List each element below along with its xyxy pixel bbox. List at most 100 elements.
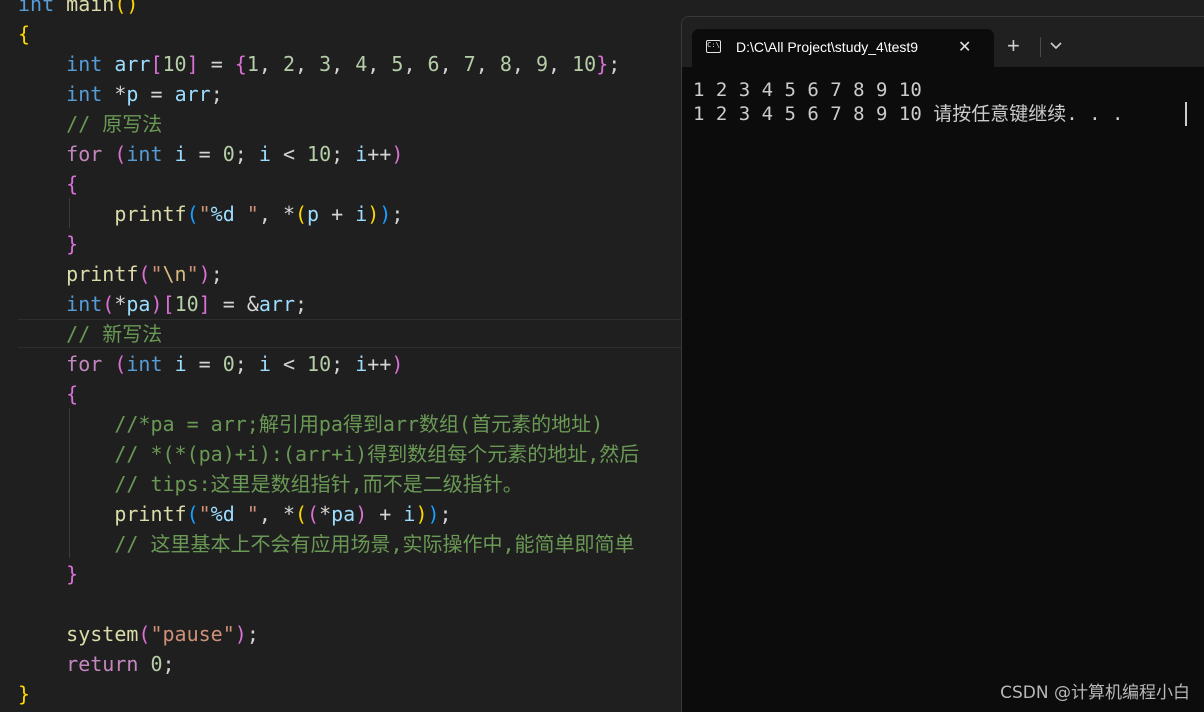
code-token: ; xyxy=(331,352,356,376)
code-token: * xyxy=(102,82,127,106)
close-tab-icon[interactable]: ✕ xyxy=(958,37,971,57)
code-token: 10 xyxy=(162,52,187,76)
code-token: 9 xyxy=(535,52,548,76)
code-token: 7 xyxy=(463,52,476,76)
code-token: int xyxy=(18,0,55,16)
code-token: { xyxy=(18,22,31,46)
code-token: // 原写法 xyxy=(66,112,163,136)
code-token: // 这里基本上不会有应用场景,实际操作中,能简单即简单 xyxy=(114,532,635,556)
code-token: ( xyxy=(138,622,151,646)
code-token: * xyxy=(114,292,127,316)
code-token: } xyxy=(66,232,79,256)
code-token: p xyxy=(307,202,320,226)
code-token: system xyxy=(66,622,139,646)
code-token: " xyxy=(234,202,259,226)
terminal-tab[interactable]: C:\ D:\C\All Project\study_4\test9 ✕ xyxy=(692,29,994,67)
code-token: 8 xyxy=(499,52,512,76)
code-token: 6 xyxy=(427,52,440,76)
code-token: for xyxy=(66,142,103,166)
code-token: arr xyxy=(114,52,151,76)
code-token: ) xyxy=(355,502,368,526)
code-token: ++ xyxy=(367,352,392,376)
code-token: ; xyxy=(391,202,404,226)
code-token: , xyxy=(295,52,320,76)
code-token: int xyxy=(66,82,103,106)
code-token: ( xyxy=(138,262,151,286)
code-token: arr xyxy=(174,82,211,106)
code-token: ) xyxy=(198,262,211,286)
code-token: ) xyxy=(234,622,247,646)
code-token: int xyxy=(66,292,103,316)
terminal-titlebar: C:\ D:\C\All Project\study_4\test9 ✕ + xyxy=(682,17,1204,67)
code-token: ) xyxy=(379,202,392,226)
code-token: { xyxy=(66,172,79,196)
code-token: ( xyxy=(114,142,127,166)
code-token: // 新写法 xyxy=(66,322,163,346)
code-token: ] xyxy=(198,292,211,316)
new-tab-button[interactable]: + xyxy=(1007,35,1020,57)
code-token: ) xyxy=(427,502,440,526)
code-token: \n xyxy=(162,262,187,286)
code-token: 10 xyxy=(307,142,332,166)
code-token: , * xyxy=(258,502,295,526)
code-token: printf xyxy=(114,202,187,226)
code-token: 3 xyxy=(319,52,332,76)
code-token: i xyxy=(355,202,368,226)
terminal-output[interactable]: 1 2 3 4 5 6 7 8 9 10 1 2 3 4 5 6 7 8 9 1… xyxy=(682,67,1204,712)
code-token: ( xyxy=(186,202,199,226)
code-token: , xyxy=(403,52,428,76)
code-token: main xyxy=(66,0,115,16)
code-token: i xyxy=(174,352,187,376)
code-token: ; xyxy=(295,292,308,316)
code-token: int xyxy=(126,352,163,376)
code-token: , xyxy=(367,52,392,76)
code-token: ( xyxy=(114,352,127,376)
code-token: + xyxy=(319,202,356,226)
code-token: pa xyxy=(126,292,151,316)
code-token: ; xyxy=(210,82,223,106)
code-token: arr xyxy=(258,292,296,316)
code-token: ) xyxy=(415,502,428,526)
code-token: ++ xyxy=(367,142,392,166)
code-token: = xyxy=(186,142,223,166)
code-token: ) xyxy=(391,142,404,166)
code-token: i xyxy=(403,502,416,526)
code-token: , xyxy=(475,52,500,76)
code-token: ] xyxy=(186,52,199,76)
code-token: , xyxy=(511,52,536,76)
chevron-down-icon[interactable] xyxy=(1047,36,1065,54)
code-token: 0 xyxy=(222,142,235,166)
code-token: " xyxy=(234,502,259,526)
code-token: ) xyxy=(391,352,404,376)
tab-title: D:\C\All Project\study_4\test9 xyxy=(736,39,919,55)
code-token: %d xyxy=(210,502,235,526)
code-token: 2 xyxy=(282,52,296,76)
code-token: ( xyxy=(294,502,308,526)
code-token: 0 xyxy=(222,352,235,376)
code-token: i xyxy=(355,352,368,376)
terminal-window[interactable]: C:\ D:\C\All Project\study_4\test9 ✕ + 1… xyxy=(681,16,1204,712)
tab-divider xyxy=(1040,37,1041,57)
code-token: } xyxy=(596,52,609,76)
code-token: ( xyxy=(294,202,308,226)
code-token: , xyxy=(331,52,356,76)
code-token: ; xyxy=(234,142,259,166)
